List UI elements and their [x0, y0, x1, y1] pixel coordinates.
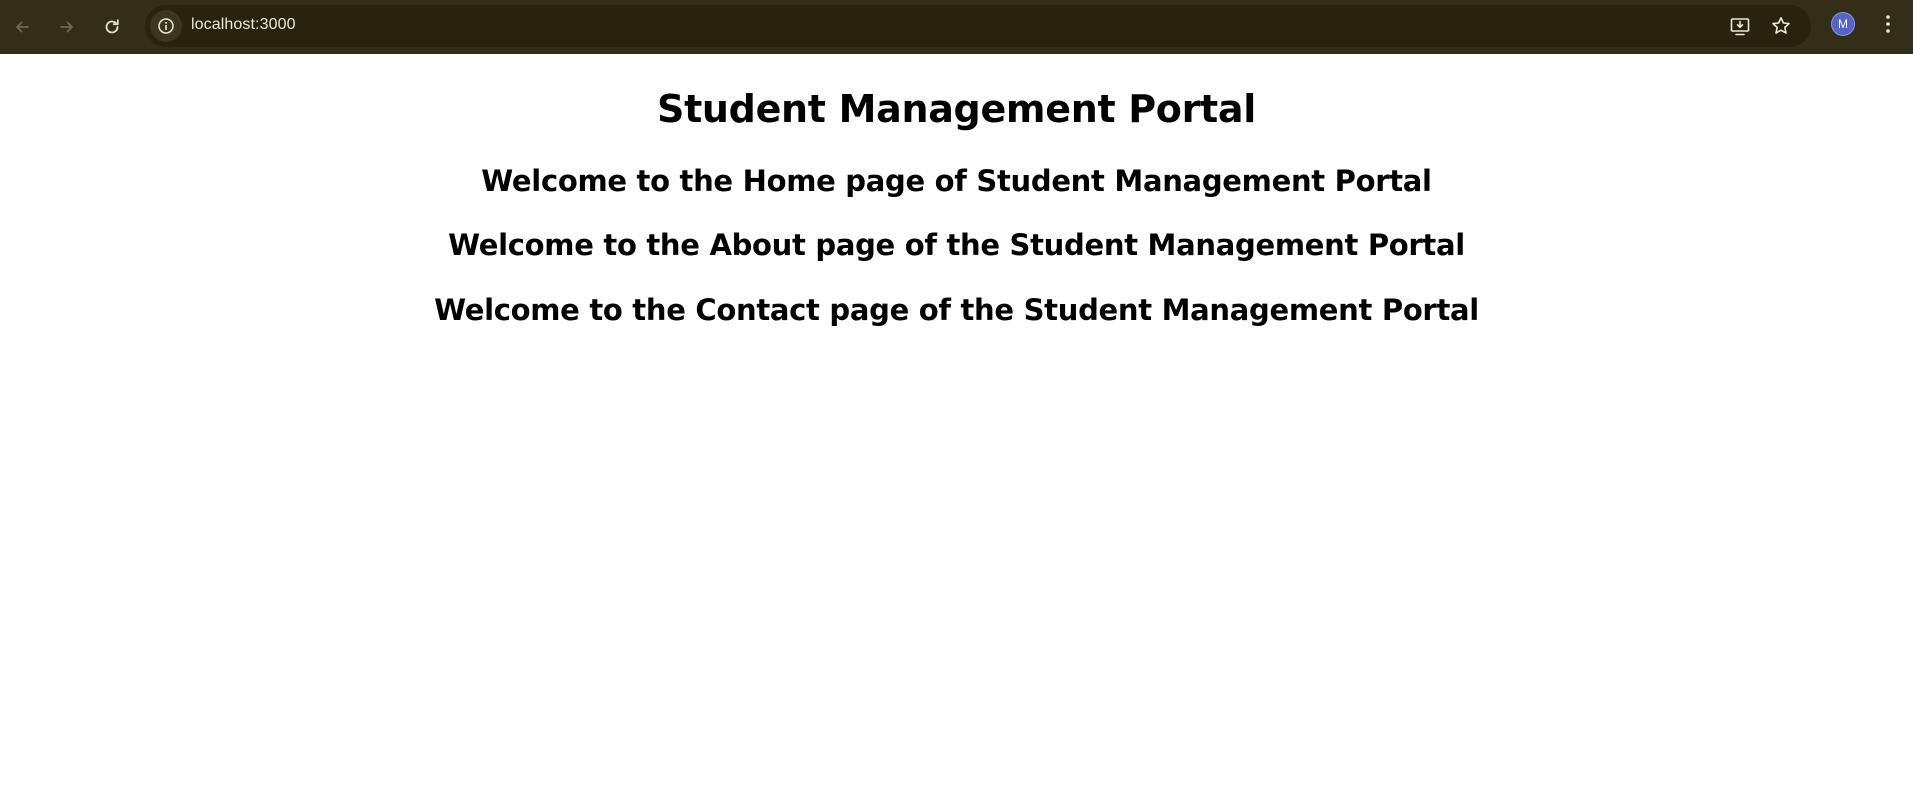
forward-arrow-icon — [60, 21, 73, 33]
install-app-icon — [1730, 18, 1750, 36]
avatar-initial: M — [1838, 17, 1848, 31]
browser-menu-button[interactable] — [1878, 12, 1898, 36]
contact-heading: Welcome to the Contact page of the Stude… — [434, 293, 1479, 327]
page-title: Student Management Portal — [657, 87, 1256, 131]
site-info-button[interactable] — [150, 10, 182, 42]
back-button[interactable] — [3, 8, 41, 46]
page-content: Student Management Portal Welcome to the… — [0, 54, 1913, 796]
browser-toolbar: localhost:3000 M — [0, 0, 1913, 54]
profile-avatar[interactable]: M — [1831, 12, 1855, 36]
site-info-icon — [158, 18, 174, 34]
back-arrow-icon — [16, 21, 29, 33]
reload-icon — [105, 19, 119, 34]
install-app-button[interactable] — [1728, 14, 1752, 38]
bookmark-star-icon — [1772, 17, 1790, 34]
forward-button[interactable] — [48, 8, 86, 46]
reload-button[interactable] — [93, 8, 131, 46]
kebab-menu-icon — [1886, 15, 1890, 33]
url-text[interactable]: localhost:3000 — [191, 16, 296, 34]
bookmark-button[interactable] — [1769, 14, 1793, 38]
home-heading: Welcome to the Home page of Student Mana… — [481, 164, 1432, 198]
about-heading: Welcome to the About page of the Student… — [448, 228, 1465, 262]
address-bar[interactable]: localhost:3000 — [145, 5, 1811, 47]
